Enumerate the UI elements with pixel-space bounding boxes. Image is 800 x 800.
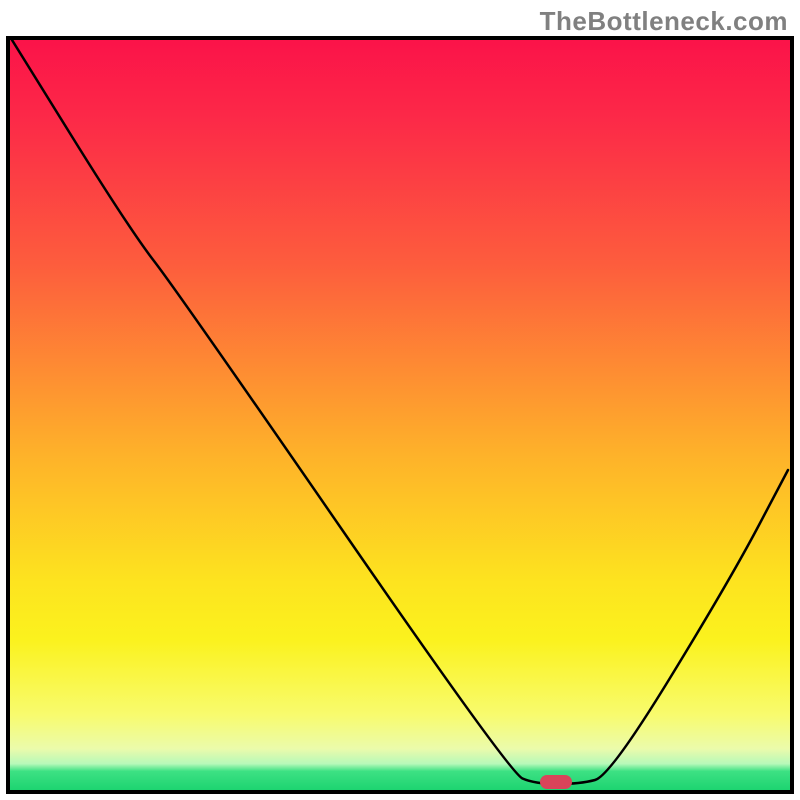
watermark-text: TheBottleneck.com xyxy=(540,6,788,37)
bottleneck-curve xyxy=(10,40,790,790)
optimum-marker xyxy=(540,775,572,789)
plot-area xyxy=(6,36,794,794)
curve-path xyxy=(12,40,788,784)
chart-container: TheBottleneck.com xyxy=(0,0,800,800)
